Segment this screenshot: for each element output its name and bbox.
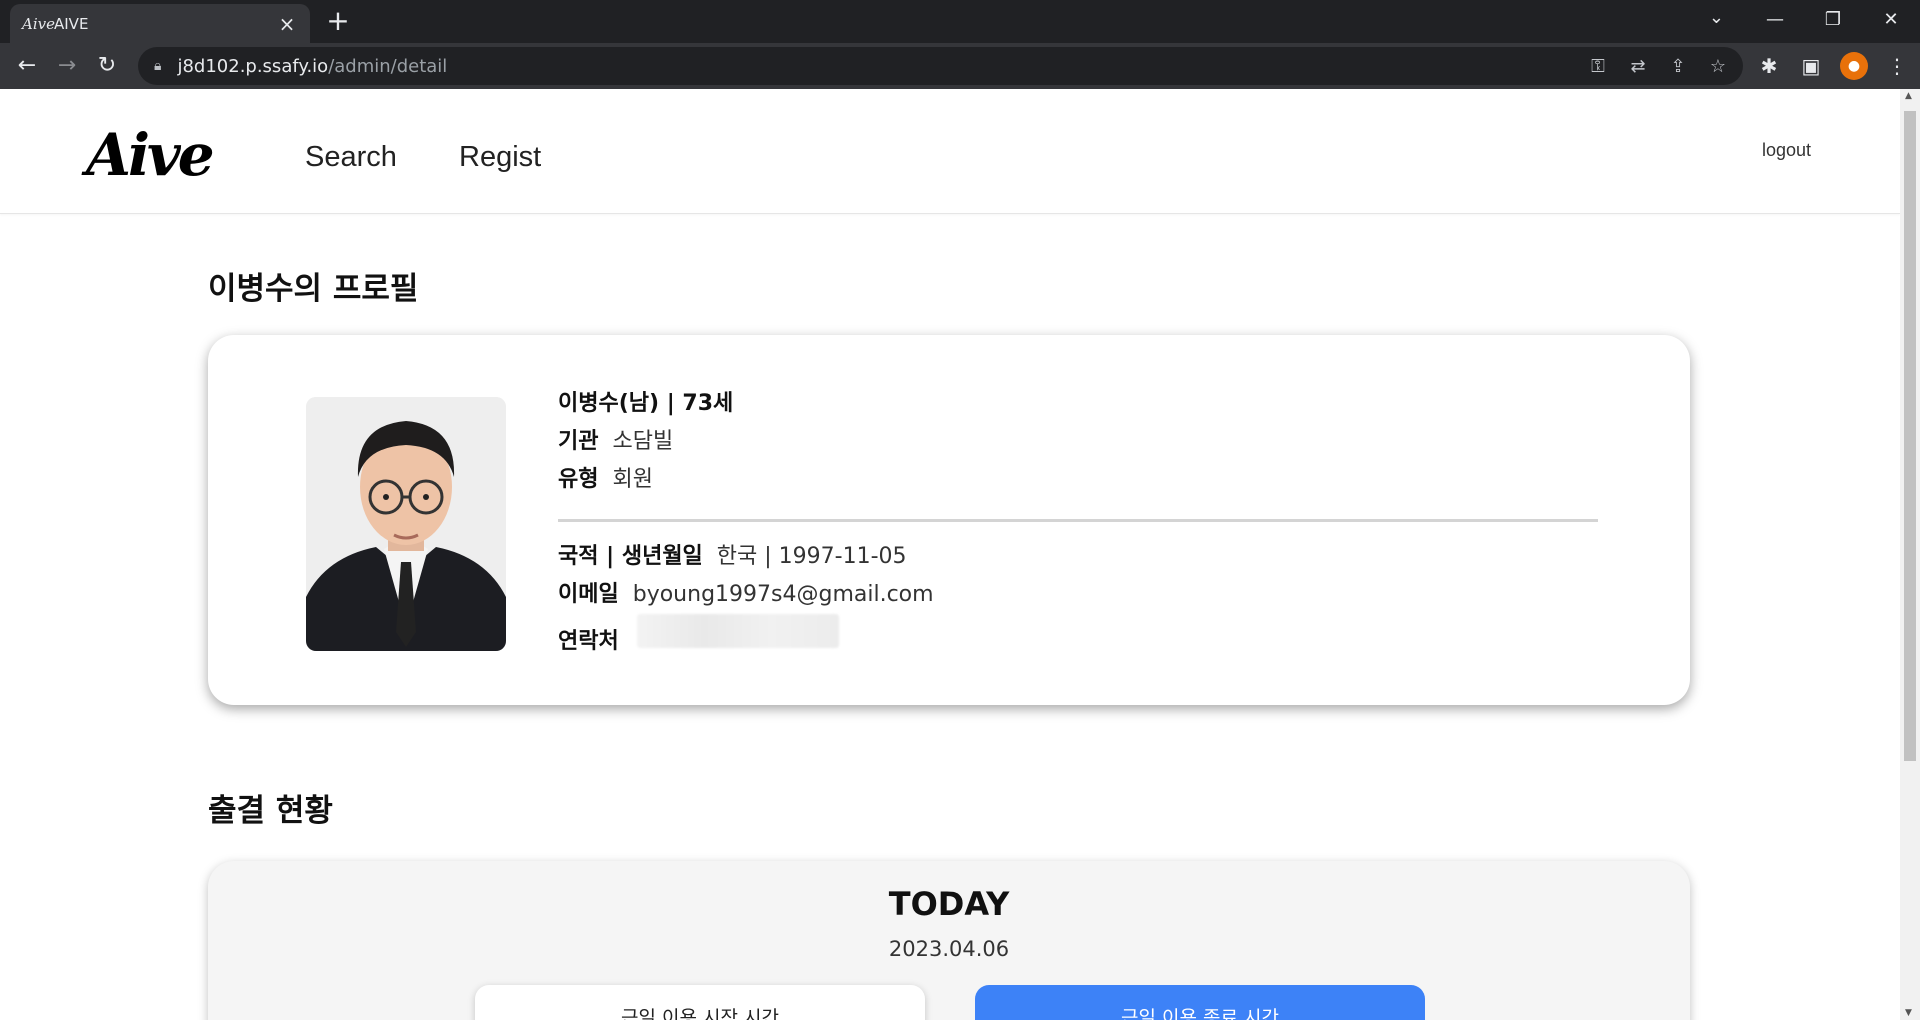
tab-search-chevron-icon[interactable]: ⌄	[1709, 7, 1724, 28]
browser-tab[interactable]: Aive AIVE ×	[10, 4, 310, 43]
today-heading: TODAY	[888, 885, 1010, 923]
side-panel-icon[interactable]: ▣	[1798, 54, 1824, 78]
profile-card: 이병수(남) | 73세 기관 소담빌 유형 회원 국적 | 생년월일 한국 |…	[208, 335, 1690, 705]
page-scrollbar[interactable]: ▲ ▼	[1900, 89, 1920, 1020]
email-label: 이메일	[558, 582, 619, 607]
logout-link[interactable]: logout	[1762, 140, 1811, 161]
extensions-icon[interactable]: ✱	[1756, 54, 1782, 78]
scroll-down-arrow-icon[interactable]: ▼	[1905, 1008, 1912, 1018]
site-logo[interactable]: Aive	[86, 121, 215, 189]
profile-avatar-icon[interactable]: ●	[1840, 52, 1868, 80]
org-label: 기관	[558, 429, 599, 454]
minimize-icon[interactable]: —	[1746, 0, 1804, 38]
profile-section-title: 이병수의 프로필	[208, 271, 419, 307]
email-value: byoung1997s4@gmail.com	[632, 582, 934, 607]
reload-icon[interactable]: ↻	[92, 51, 122, 81]
share-icon[interactable]: ⇪	[1667, 56, 1689, 77]
profile-photo	[306, 397, 506, 651]
bookmark-star-icon[interactable]: ☆	[1707, 56, 1729, 77]
scrollbar-thumb[interactable]	[1904, 111, 1916, 761]
attendance-section-title: 출결 현황	[208, 793, 333, 829]
tab-title: AIVE	[54, 14, 89, 33]
nation-birth-value: 한국 | 1997-11-05	[716, 544, 907, 569]
restore-icon[interactable]: ❐	[1804, 0, 1862, 38]
phone-label: 연락처	[558, 629, 619, 654]
scroll-up-arrow-icon[interactable]: ▲	[1905, 91, 1912, 101]
page-viewport: Aive Search Regist logout 이병수의 프로필 이병수(남…	[0, 89, 1900, 1020]
profile-info: 이병수(남) | 73세 기관 소담빌 유형 회원 국적 | 생년월일 한국 |…	[558, 385, 1598, 654]
end-time-button[interactable]: 근일 이용 종료 시간	[975, 985, 1425, 1020]
nav-search-link[interactable]: Search	[305, 141, 397, 174]
info-divider	[558, 519, 1598, 522]
url-host: j8d102.p.ssafy.io	[177, 55, 329, 77]
nav-regist-link[interactable]: Regist	[459, 141, 541, 174]
key-icon[interactable]: ⚿	[1587, 56, 1609, 77]
today-date: 2023.04.06	[888, 937, 1010, 961]
type-value: 회원	[612, 467, 653, 492]
type-label: 유형	[558, 467, 599, 492]
url-path: /admin/detail	[328, 55, 448, 77]
browser-toolbar: ← → ↻ 🔒︎ j8d102.p.ssafy.io/admin/detail …	[0, 43, 1920, 89]
translate-icon[interactable]: ⇄	[1627, 56, 1649, 77]
address-bar[interactable]: 🔒︎ j8d102.p.ssafy.io/admin/detail ⚿ ⇄ ⇪ …	[138, 47, 1743, 85]
back-icon[interactable]: ←	[12, 51, 42, 81]
menu-kebab-icon[interactable]: ⋮	[1884, 54, 1910, 78]
new-tab-icon[interactable]: +	[324, 7, 352, 36]
site-header: Aive Search Regist logout	[0, 89, 1900, 214]
window-controls: — ❐ ✕	[1746, 0, 1920, 38]
browser-tab-bar: Aive AIVE × + ⌄ — ❐ ✕	[0, 0, 1920, 43]
tab-close-icon[interactable]: ×	[276, 12, 298, 36]
profile-name-line: 이병수(남) | 73세	[558, 391, 734, 416]
start-time-button[interactable]: 근일 이용 시작 시간	[475, 985, 925, 1020]
phone-value-redacted	[636, 614, 839, 648]
org-value: 소담빌	[612, 429, 674, 454]
favicon-icon: Aive	[22, 14, 55, 33]
nation-birth-label: 국적 | 생년월일	[558, 544, 703, 569]
forward-icon[interactable]: →	[52, 51, 82, 81]
lock-icon[interactable]: 🔒︎	[154, 58, 161, 74]
close-window-icon[interactable]: ✕	[1862, 0, 1920, 38]
attendance-card: TODAY 2023.04.06 근일 이용 시작 시간 근일 이용 종료 시간	[208, 861, 1690, 1020]
